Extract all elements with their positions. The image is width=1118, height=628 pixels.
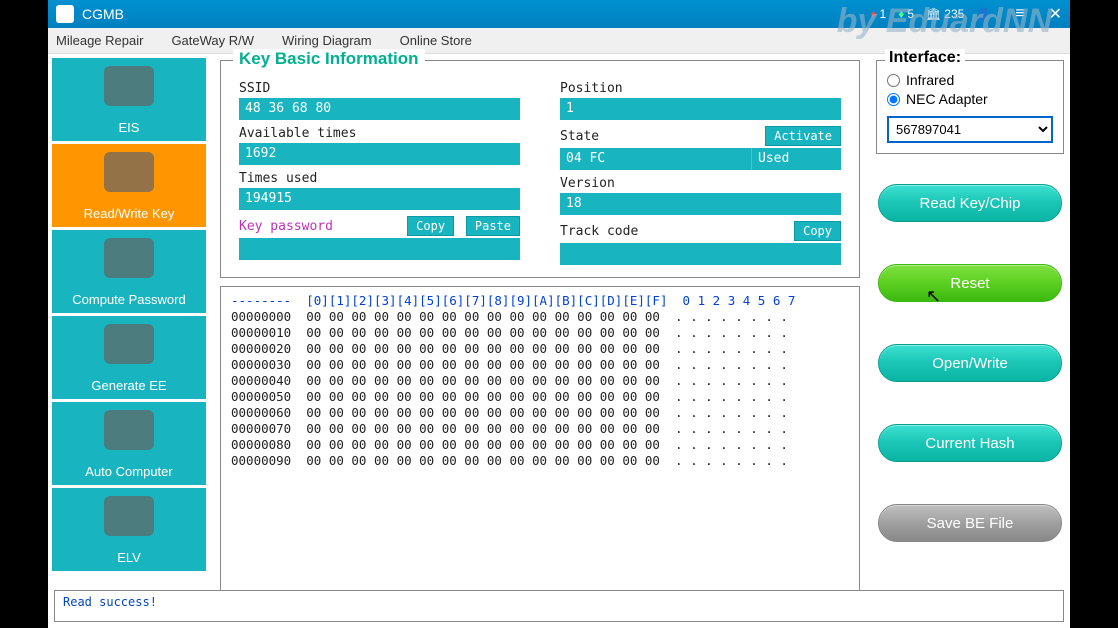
eis-icon bbox=[104, 66, 154, 106]
sidebar-label: Auto Computer bbox=[85, 464, 172, 479]
stat-currency: 🏛235 bbox=[926, 7, 964, 21]
radio-infrared[interactable]: Infrared bbox=[887, 72, 1053, 88]
sidebar-item-read-write-key[interactable]: Read/Write Key bbox=[52, 144, 206, 227]
stat-red: ♦1 bbox=[870, 7, 886, 21]
status-bar: Read success! bbox=[54, 590, 1064, 622]
hex-row: 00000030 00 00 00 00 00 00 00 00 00 00 0… bbox=[231, 357, 788, 372]
hex-row: 00000080 00 00 00 00 00 00 00 00 00 00 0… bbox=[231, 437, 788, 452]
hex-row: 00000070 00 00 00 00 00 00 00 00 00 00 0… bbox=[231, 421, 788, 436]
read-key-chip-button[interactable]: Read Key/Chip bbox=[878, 184, 1062, 222]
interface-panel: Interface: Infrared NEC Adapter 56789704… bbox=[876, 60, 1064, 154]
generate-icon bbox=[104, 324, 154, 364]
interface-title: Interface: bbox=[885, 49, 965, 67]
paste-button[interactable]: Paste bbox=[466, 216, 520, 236]
state-used-value: Used bbox=[751, 148, 841, 170]
hex-row: 00000010 00 00 00 00 00 00 00 00 00 00 0… bbox=[231, 325, 788, 340]
computer-icon bbox=[104, 410, 154, 450]
adapter-select[interactable]: 567897041 bbox=[887, 116, 1053, 143]
sidebar-item-auto-computer[interactable]: Auto Computer bbox=[52, 402, 206, 485]
app-title: CGMB bbox=[82, 6, 870, 22]
save-be-file-button[interactable]: Save BE File bbox=[878, 504, 1062, 542]
hex-row: 00000020 00 00 00 00 00 00 00 00 00 00 0… bbox=[231, 341, 788, 356]
sidebar-label: Generate EE bbox=[91, 378, 166, 393]
right-panel: Interface: Infrared NEC Adapter 56789704… bbox=[870, 54, 1070, 628]
avail-label: Available times bbox=[239, 126, 520, 141]
sidebar-label: Compute Password bbox=[72, 292, 185, 307]
hex-row: 00000040 00 00 00 00 00 00 00 00 00 00 0… bbox=[231, 373, 788, 388]
app-logo-icon: ≡ bbox=[56, 5, 74, 23]
key-icon bbox=[104, 152, 154, 192]
sidebar-label: EIS bbox=[119, 120, 140, 135]
activate-button[interactable]: Activate bbox=[765, 126, 841, 146]
open-write-button[interactable]: Open/Write bbox=[878, 344, 1062, 382]
sidebar-item-generate-ee[interactable]: Generate EE bbox=[52, 316, 206, 399]
hex-header: -------- [0][1][2][3][4][5][6][7][8][9][… bbox=[231, 293, 795, 308]
key-info-title: Key Basic Information bbox=[233, 49, 425, 69]
track-copy-button[interactable]: Copy bbox=[794, 221, 841, 241]
hex-viewer[interactable]: -------- [0][1][2][3][4][5][6][7][8][9][… bbox=[220, 286, 860, 622]
pos-label: Position bbox=[560, 81, 841, 96]
elv-icon bbox=[104, 496, 154, 536]
password-icon bbox=[104, 238, 154, 278]
key-info-panel: Key Basic Information SSID 48 36 68 80 A… bbox=[220, 60, 860, 278]
sidebar-item-elv[interactable]: ELV bbox=[52, 488, 206, 571]
sidebar-label: ELV bbox=[117, 550, 141, 565]
user-avatar-icon[interactable]: 👤 bbox=[976, 7, 991, 21]
hex-row: 00000000 00 00 00 00 00 00 00 00 00 00 0… bbox=[231, 309, 788, 324]
hex-row: 00000060 00 00 00 00 00 00 00 00 00 00 0… bbox=[231, 405, 788, 420]
keypw-label: Key password bbox=[239, 219, 333, 234]
menu-wiring-diagram[interactable]: Wiring Diagram bbox=[282, 33, 372, 48]
used-label: Times used bbox=[239, 171, 520, 186]
used-value: 194915 bbox=[239, 188, 520, 210]
hex-row: 00000050 00 00 00 00 00 00 00 00 00 00 0… bbox=[231, 389, 788, 404]
keypw-value bbox=[239, 238, 520, 260]
ssid-label: SSID bbox=[239, 81, 520, 96]
menu-gateway-rw[interactable]: GateWay R/W bbox=[171, 33, 254, 48]
ver-label: Version bbox=[560, 176, 841, 191]
reset-button[interactable]: Reset bbox=[878, 264, 1062, 302]
current-hash-button[interactable]: Current Hash bbox=[878, 424, 1062, 462]
ssid-value: 48 36 68 80 bbox=[239, 98, 520, 120]
hex-row: 00000090 00 00 00 00 00 00 00 00 00 00 0… bbox=[231, 453, 788, 468]
track-label: Track code bbox=[560, 224, 638, 239]
track-value bbox=[560, 243, 841, 265]
ver-value: 18 bbox=[560, 193, 841, 215]
menu-icon[interactable]: ≡ bbox=[1015, 5, 1024, 23]
sidebar-label: Read/Write Key bbox=[84, 206, 175, 221]
sidebar-item-eis[interactable]: EIS bbox=[52, 58, 206, 141]
copy-button[interactable]: Copy bbox=[407, 216, 454, 236]
sidebar-item-compute-password[interactable]: Compute Password bbox=[52, 230, 206, 313]
title-bar: ≡ CGMB ♦1 ♦5 🏛235 👤 ≡ ✕ bbox=[48, 0, 1070, 28]
menu-online-store[interactable]: Online Store bbox=[400, 33, 472, 48]
radio-nec-adapter[interactable]: NEC Adapter bbox=[887, 91, 1053, 107]
sidebar: EIS Read/Write Key Compute Password Gene… bbox=[48, 54, 210, 628]
stat-green: ♦5 bbox=[898, 7, 914, 21]
avail-value: 1692 bbox=[239, 143, 520, 165]
close-icon[interactable]: ✕ bbox=[1049, 4, 1062, 24]
state-value: 04 FC bbox=[560, 148, 751, 170]
pos-value: 1 bbox=[560, 98, 841, 120]
menu-mileage-repair[interactable]: Mileage Repair bbox=[56, 33, 143, 48]
state-label: State bbox=[560, 129, 599, 144]
